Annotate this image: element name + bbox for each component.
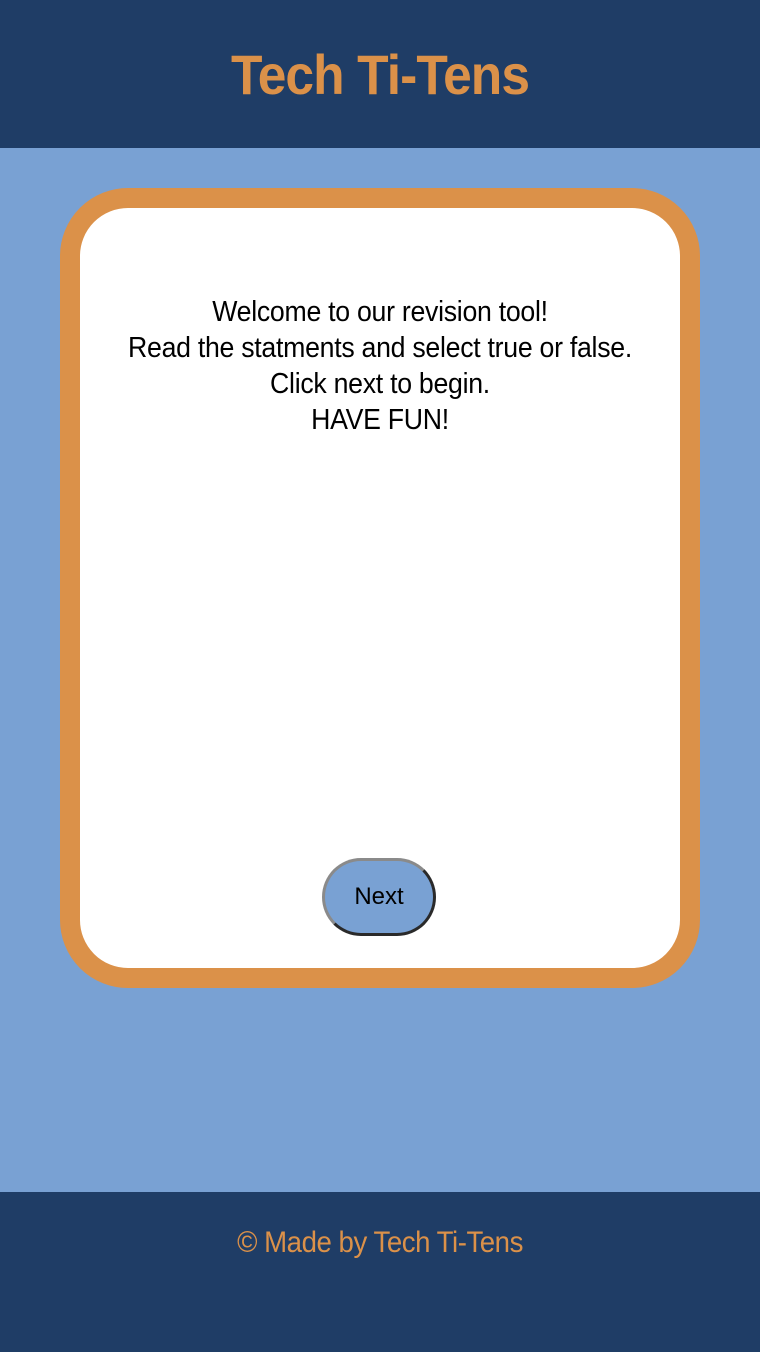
welcome-line-2: Read the statments and select true or fa… [128,332,632,364]
welcome-line-1: Welcome to our revision tool! [212,296,548,328]
welcome-card: Welcome to our revision tool! Read the s… [60,188,700,988]
welcome-line-3: Click next to begin. [270,368,490,400]
next-button[interactable]: Next [322,858,436,936]
welcome-line-4: HAVE FUN! [311,404,449,436]
footer-credit: © Made by Tech Ti-Tens [237,1226,523,1259]
welcome-message: Welcome to our revision tool! Read the s… [80,294,680,438]
page-title: Tech Ti-Tens [230,42,530,106]
site-header: Tech Ti-Tens [0,0,760,148]
main-content: Welcome to our revision tool! Read the s… [0,148,760,1192]
site-footer: © Made by Tech Ti-Tens [0,1192,760,1352]
